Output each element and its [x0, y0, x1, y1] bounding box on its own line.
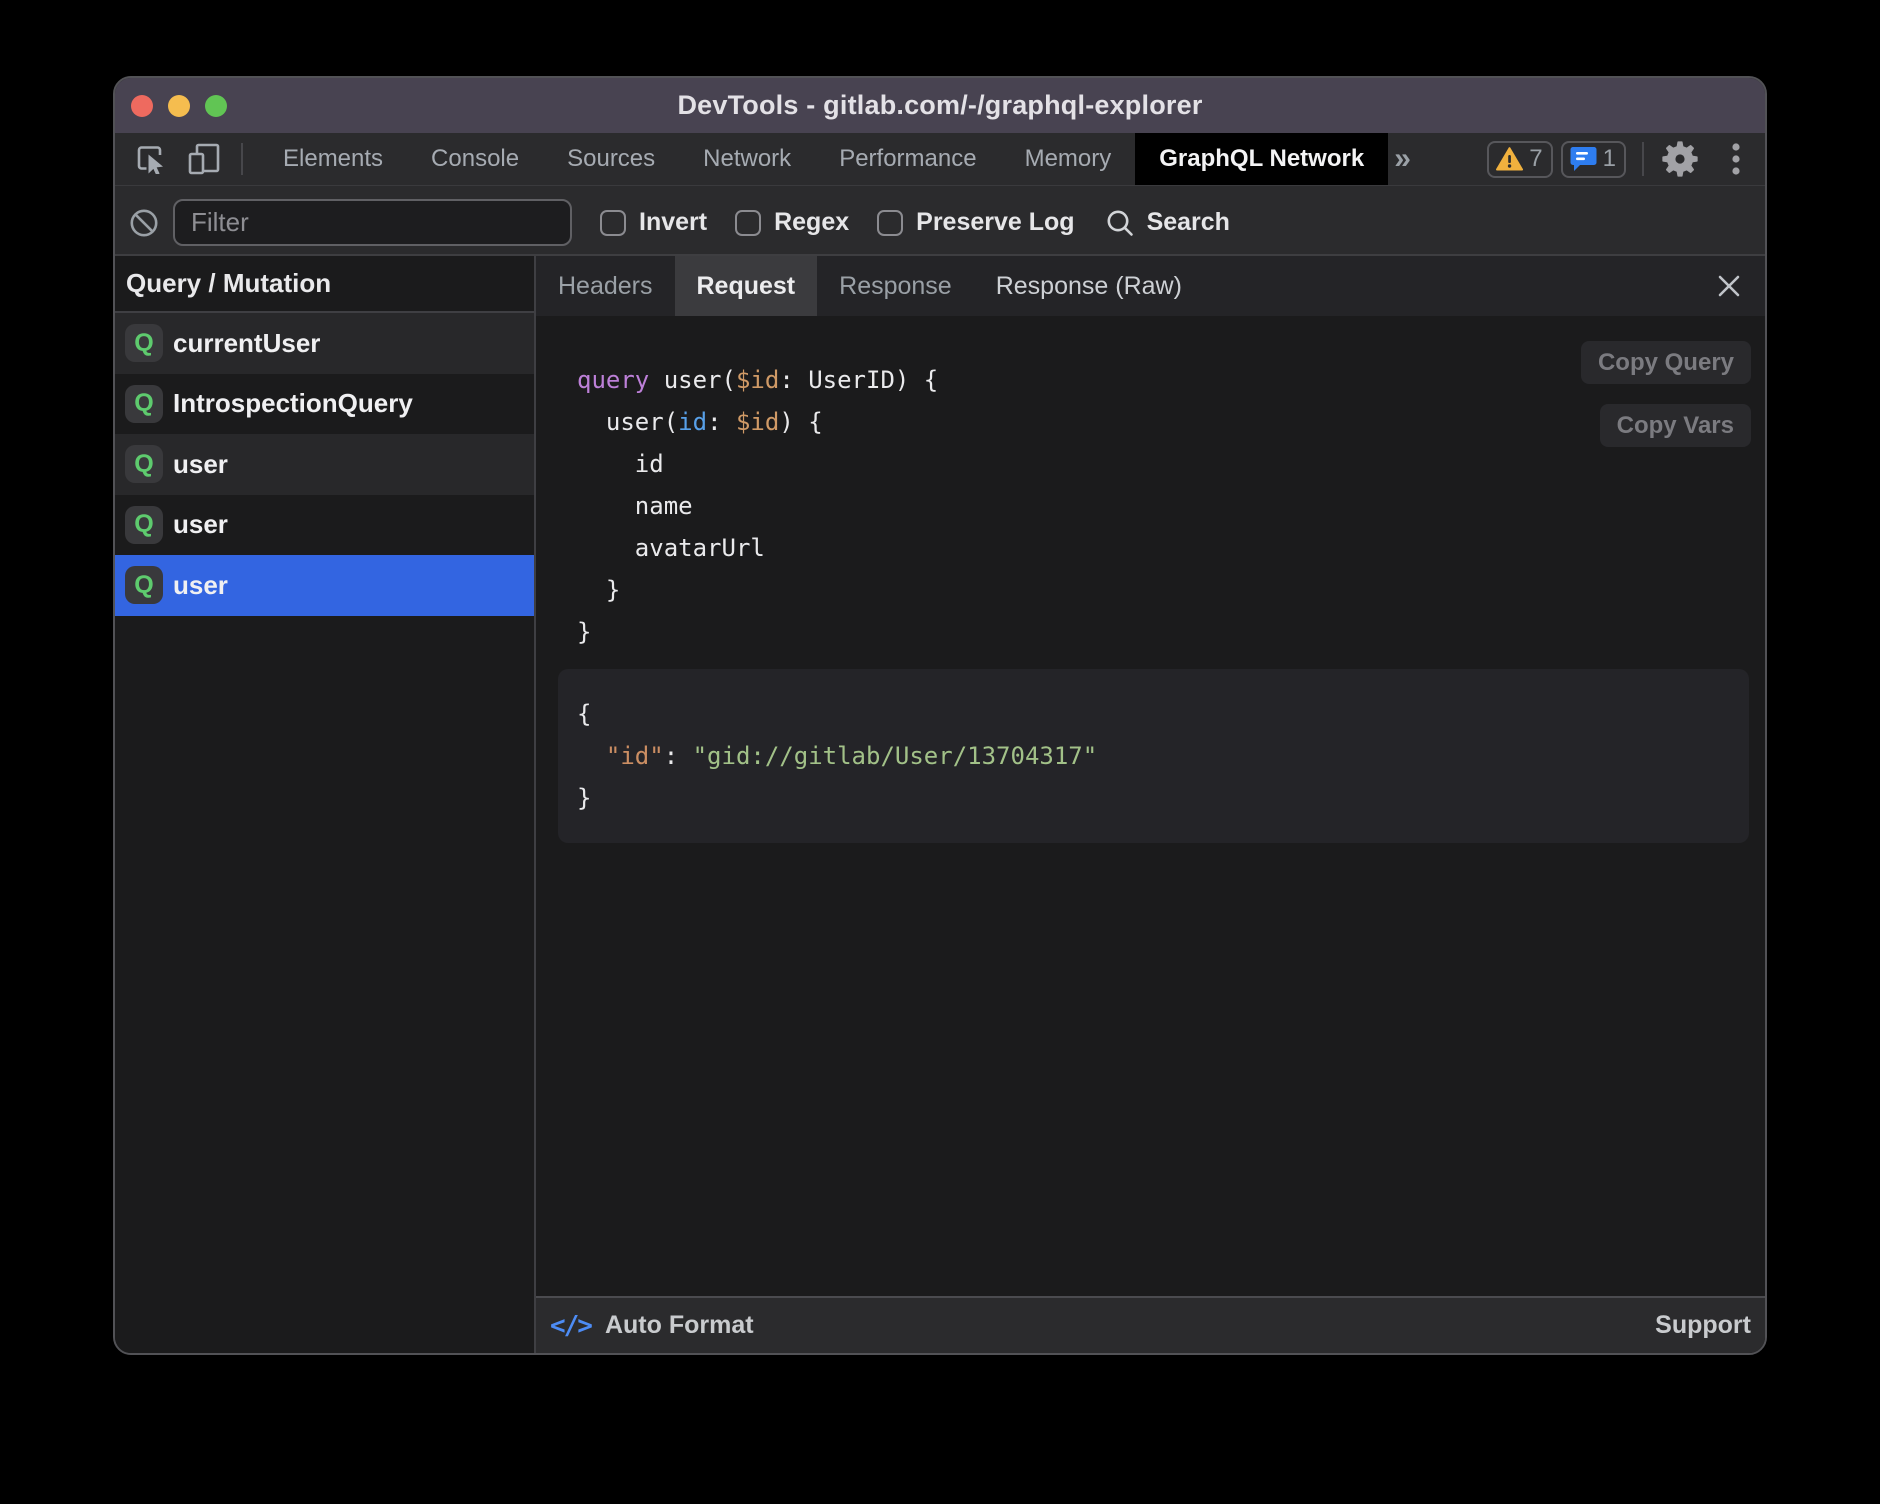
- tab-graphql-network[interactable]: GraphQL Network: [1135, 133, 1388, 185]
- warning-icon: [1496, 147, 1523, 171]
- query-list-item[interactable]: Q user: [115, 495, 534, 556]
- invert-checkbox-group[interactable]: Invert: [600, 208, 707, 237]
- toolbar-right-divider: [1642, 142, 1644, 176]
- message-icon: [1570, 146, 1597, 172]
- query-type-badge: Q: [125, 385, 163, 423]
- query-type-badge: Q: [125, 566, 163, 604]
- more-tabs-chevron[interactable]: »: [1388, 133, 1423, 185]
- toolbar-divider: [241, 143, 243, 175]
- copy-vars-button[interactable]: Copy Vars: [1600, 404, 1751, 447]
- tab-headers[interactable]: Headers: [536, 256, 675, 316]
- copy-query-button[interactable]: Copy Query: [1581, 341, 1751, 384]
- auto-format-label[interactable]: Auto Format: [605, 1311, 754, 1340]
- request-detail-tabs: Headers Request Response Response (Raw): [536, 256, 1765, 316]
- invert-label: Invert: [639, 208, 707, 237]
- tab-console[interactable]: Console: [407, 133, 543, 185]
- query-list-item[interactable]: Q user: [115, 434, 534, 495]
- regex-checkbox-group[interactable]: Regex: [735, 208, 849, 237]
- query-type-badge: Q: [125, 324, 163, 362]
- graphql-query-code: query user($id: UserID) { user(id: $id) …: [577, 359, 1765, 653]
- code-line: name: [577, 485, 1765, 527]
- tab-response[interactable]: Response: [817, 256, 974, 316]
- code-line: "id": "gid://gitlab/User/13704317": [577, 735, 1729, 777]
- preserve-log-checkbox[interactable]: [877, 210, 903, 236]
- code-line: user(id: $id) {: [577, 401, 1765, 443]
- support-link[interactable]: Support: [1655, 1311, 1751, 1340]
- tab-response-raw[interactable]: Response (Raw): [974, 256, 1204, 316]
- query-type-badge: Q: [125, 445, 163, 483]
- minimize-window-button[interactable]: [168, 95, 190, 117]
- warnings-count: 7: [1529, 145, 1542, 173]
- preserve-log-label: Preserve Log: [916, 208, 1074, 237]
- menu-dots-icon[interactable]: [1716, 139, 1756, 179]
- tab-request[interactable]: Request: [675, 256, 818, 316]
- filter-input[interactable]: [173, 199, 572, 246]
- search-icon: [1106, 209, 1134, 237]
- regex-checkbox[interactable]: [735, 210, 761, 236]
- close-window-button[interactable]: [131, 95, 153, 117]
- request-detail-panel: Headers Request Response Response (Raw) …: [536, 256, 1765, 1353]
- code-line: {: [577, 693, 1729, 735]
- issues-badge[interactable]: 1: [1561, 141, 1626, 178]
- window-title: DevTools - gitlab.com/-/graphql-explorer: [677, 90, 1202, 121]
- graphql-variables-box: { "id": "gid://gitlab/User/13704317"}: [558, 669, 1749, 843]
- query-list-panel: Query / Mutation Q currentUser Q Introsp…: [115, 256, 536, 1353]
- code-line: id: [577, 443, 1765, 485]
- settings-gear-icon[interactable]: [1660, 139, 1700, 179]
- search-label: Search: [1147, 208, 1230, 237]
- search-group[interactable]: Search: [1106, 208, 1230, 237]
- invert-checkbox[interactable]: [600, 210, 626, 236]
- close-panel-icon[interactable]: [1707, 256, 1751, 316]
- query-list-item[interactable]: Q currentUser: [115, 313, 534, 374]
- tab-network[interactable]: Network: [679, 133, 815, 185]
- zoom-window-button[interactable]: [205, 95, 227, 117]
- request-panel-footer: </> Auto Format Support: [536, 1296, 1765, 1353]
- query-list-item[interactable]: Q IntrospectionQuery: [115, 374, 534, 435]
- query-list-header: Query / Mutation: [115, 256, 534, 313]
- devtools-window: DevTools - gitlab.com/-/graphql-explorer…: [113, 76, 1767, 1355]
- device-toolbar-icon[interactable]: [187, 142, 221, 176]
- tab-elements[interactable]: Elements: [259, 133, 407, 185]
- filter-toolbar: Invert Regex Preserve Log Search: [115, 186, 1765, 256]
- code-line: }: [577, 569, 1765, 611]
- traffic-lights: [131, 78, 227, 133]
- tab-memory[interactable]: Memory: [1001, 133, 1136, 185]
- query-list-item-selected[interactable]: Q user: [115, 555, 534, 616]
- preserve-log-checkbox-group[interactable]: Preserve Log: [877, 208, 1074, 237]
- warnings-badge[interactable]: 7: [1487, 141, 1552, 178]
- devtools-toolbar: Elements Console Sources Network Perform…: [115, 133, 1765, 186]
- clear-filter-icon[interactable]: [130, 209, 158, 237]
- titlebar: DevTools - gitlab.com/-/graphql-explorer: [115, 78, 1765, 133]
- code-line: avatarUrl: [577, 527, 1765, 569]
- auto-format-icon: </>: [550, 1311, 591, 1341]
- issues-count: 1: [1603, 145, 1616, 173]
- panel-tabs: Elements Console Sources Network Perform…: [259, 133, 1388, 185]
- code-line: }: [577, 777, 1729, 819]
- tab-performance[interactable]: Performance: [815, 133, 1000, 185]
- tab-sources[interactable]: Sources: [543, 133, 679, 185]
- query-type-badge: Q: [125, 506, 163, 544]
- request-content: query user($id: UserID) { user(id: $id) …: [536, 316, 1765, 1296]
- code-line: }: [577, 611, 1765, 653]
- inspect-element-icon[interactable]: [134, 142, 168, 176]
- regex-label: Regex: [774, 208, 849, 237]
